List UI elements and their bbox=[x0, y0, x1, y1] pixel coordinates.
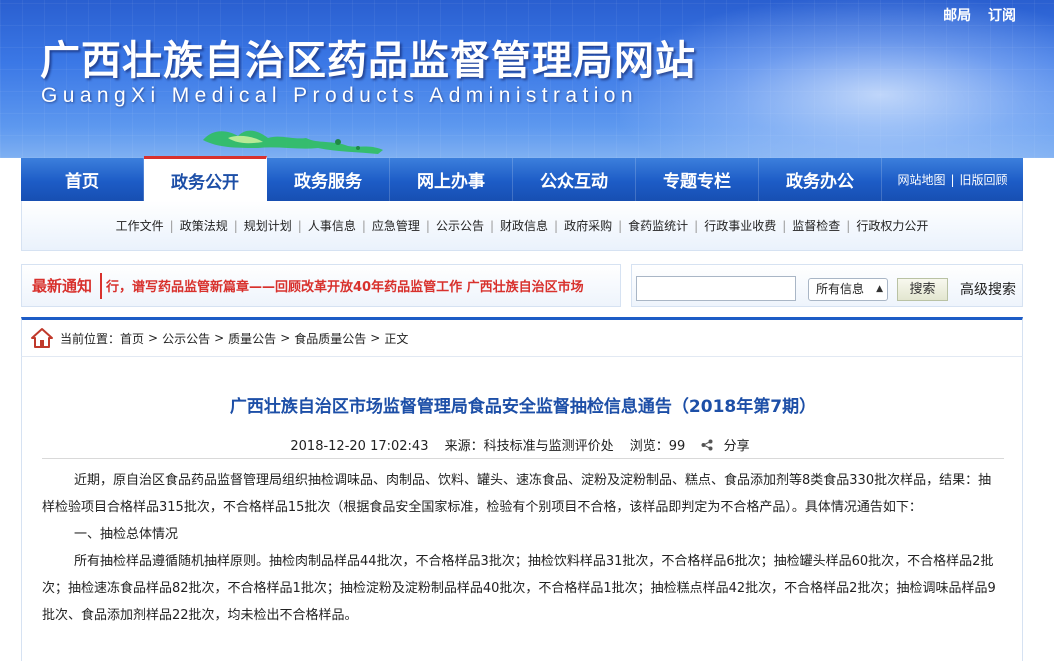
nav-item-office[interactable]: 政务办公 bbox=[759, 158, 882, 201]
breadcrumb: 当前位置： 首页 > 公示公告 > 质量公告 > 食品质量公告 > 正文 bbox=[21, 317, 1023, 356]
subnav-separator: | bbox=[694, 218, 699, 233]
article-source: 来源：科技标准与监测评价处 bbox=[444, 439, 614, 454]
select-arrows-icon: ▲ bbox=[876, 284, 883, 294]
subnav-separator: | bbox=[554, 218, 559, 233]
subnav-item-procurement[interactable]: 政府采购 bbox=[564, 217, 612, 234]
subnav-item-statistics[interactable]: 食药监统计 bbox=[628, 217, 688, 234]
advanced-search-link[interactable]: 高级搜索 bbox=[960, 279, 1016, 299]
notice-divider bbox=[100, 272, 103, 299]
sitemap-link[interactable]: 网站地图 bbox=[897, 171, 945, 188]
map-logo-icon bbox=[203, 130, 383, 154]
breadcrumb-separator: > bbox=[370, 331, 381, 345]
subnav-item-policies[interactable]: 政策法规 bbox=[180, 217, 228, 234]
search-scope-value: 所有信息 bbox=[816, 282, 865, 296]
top-link-mail[interactable]: 邮局 bbox=[943, 8, 971, 24]
article-title: 广西壮族自治区市场监督管理局食品安全监督抽检信息通告（2018年第7期） bbox=[229, 397, 817, 417]
article: 广西壮族自治区市场监督管理局食品安全监督抽检信息通告（2018年第7期） 201… bbox=[21, 356, 1023, 661]
search-button[interactable]: 搜索 bbox=[897, 278, 948, 301]
nav-item-interaction[interactable]: 公众互动 bbox=[513, 158, 636, 201]
subnav-item-work-docs[interactable]: 工作文件 bbox=[116, 217, 164, 234]
breadcrumb-quality[interactable]: 质量公告 bbox=[228, 330, 276, 347]
subnav-separator: | bbox=[233, 218, 238, 233]
subnav-separator: | bbox=[361, 218, 366, 233]
top-link-subscribe[interactable]: 订阅 bbox=[988, 8, 1016, 24]
sub-nav: 工作文件 | 政策法规 | 规划计划 | 人事信息 | 应急管理 | 公示公告 | 财政信息… bbox=[21, 201, 1023, 251]
subnav-separator: | bbox=[618, 218, 623, 233]
article-date: 2018-12-20 17:02:43 bbox=[290, 439, 429, 454]
nav-item-home[interactable]: 首页 bbox=[21, 158, 144, 201]
search-box: 所有信息 ▲ 搜索 高级搜索 bbox=[631, 264, 1023, 307]
notice-bar: 最新通知 行，谱写药品监管新篇章——回顾改革开放40年药品监管工作 广西壮族自治… bbox=[21, 264, 621, 307]
article-paragraph: 近期，原自治区食品药品监督管理局组织抽检调味品、肉制品、饮料、罐头、速冻食品、淀… bbox=[42, 473, 992, 515]
nav-item-services[interactable]: 政务服务 bbox=[267, 158, 390, 201]
search-scope-select[interactable]: 所有信息 ▲ bbox=[808, 278, 888, 301]
nav-item-online[interactable]: 网上办事 bbox=[390, 158, 513, 201]
notice-label: 最新通知 bbox=[32, 277, 93, 295]
breadcrumb-current: 正文 bbox=[384, 331, 409, 346]
breadcrumb-prefix: 当前位置： bbox=[60, 331, 121, 346]
subnav-item-emergency[interactable]: 应急管理 bbox=[372, 217, 420, 234]
article-views: 浏览：99 bbox=[629, 439, 686, 454]
breadcrumb-home[interactable]: 首页 bbox=[120, 330, 144, 347]
nav-item-gov-affairs[interactable]: 政务公开 bbox=[144, 156, 267, 201]
subnav-item-plans[interactable]: 规划计划 bbox=[244, 217, 292, 234]
subnav-item-notices[interactable]: 公示公告 bbox=[436, 217, 484, 234]
article-meta: 2018-12-20 17:02:43 来源：科技标准与监测评价处 浏览：99 … bbox=[22, 435, 1024, 454]
subnav-separator: | bbox=[489, 218, 495, 233]
nav-tools: 网站地图 | 旧版回顾 bbox=[882, 158, 1023, 201]
subnav-item-fees[interactable]: 行政事业收费 bbox=[704, 217, 776, 234]
nav-item-topics[interactable]: 专题专栏 bbox=[636, 158, 759, 201]
main-nav: 首页 政务公开 政务服务 网上办事 公众互动 专题专栏 政务办公 网站地图 | … bbox=[21, 156, 1023, 201]
subnav-separator: | bbox=[846, 218, 851, 233]
subnav-item-personnel[interactable]: 人事信息 bbox=[308, 217, 356, 234]
subnav-separator: | bbox=[297, 218, 302, 233]
home-icon bbox=[31, 328, 53, 348]
subnav-item-power[interactable]: 行政权力公开 bbox=[856, 217, 928, 234]
search-input[interactable] bbox=[636, 276, 796, 301]
article-paragraph: 所有抽检样品遵循随机抽样原则。抽检肉制品样品44批次，不合格样品3批次；抽检饮料… bbox=[42, 554, 996, 623]
share-button[interactable]: 分享 bbox=[701, 439, 755, 454]
nav-tools-separator: | bbox=[950, 172, 955, 187]
article-section-heading: 一、抽检总体情况 bbox=[74, 527, 179, 542]
breadcrumb-separator: > bbox=[148, 331, 159, 345]
share-icon bbox=[701, 439, 713, 451]
top-links: 邮局 订阅 bbox=[931, 5, 1016, 25]
subnav-separator: | bbox=[782, 218, 787, 233]
breadcrumb-separator: > bbox=[214, 331, 225, 345]
header-banner: 邮局 订阅 广西壮族自治区药品监督管理局网站 GuangXi Medical P… bbox=[0, 0, 1054, 158]
old-version-link[interactable]: 旧版回顾 bbox=[960, 171, 1008, 188]
breadcrumb-notices[interactable]: 公示公告 bbox=[162, 330, 210, 347]
site-title: 广西壮族自治区药品监督管理局网站 bbox=[40, 38, 696, 84]
site-subtitle: GuangXi Medical Products Administration bbox=[41, 84, 638, 107]
breadcrumb-separator: > bbox=[280, 331, 291, 345]
subnav-separator: | bbox=[169, 218, 174, 233]
subnav-item-inspection[interactable]: 监督检查 bbox=[792, 217, 840, 234]
notice-marquee[interactable]: 行，谱写药品监管新篇章——回顾改革开放40年药品监管工作 广西壮族自治区市场 bbox=[106, 276, 620, 295]
article-body: 近期，原自治区食品药品监督管理局组织抽检调味品、肉制品、饮料、罐头、速冻食品、淀… bbox=[42, 467, 1002, 629]
article-divider bbox=[42, 458, 1004, 459]
subnav-separator: | bbox=[425, 218, 430, 233]
breadcrumb-food-quality[interactable]: 食品质量公告 bbox=[294, 330, 366, 347]
subnav-item-finance[interactable]: 财政信息 bbox=[500, 217, 548, 234]
share-label: 分享 bbox=[723, 439, 750, 454]
